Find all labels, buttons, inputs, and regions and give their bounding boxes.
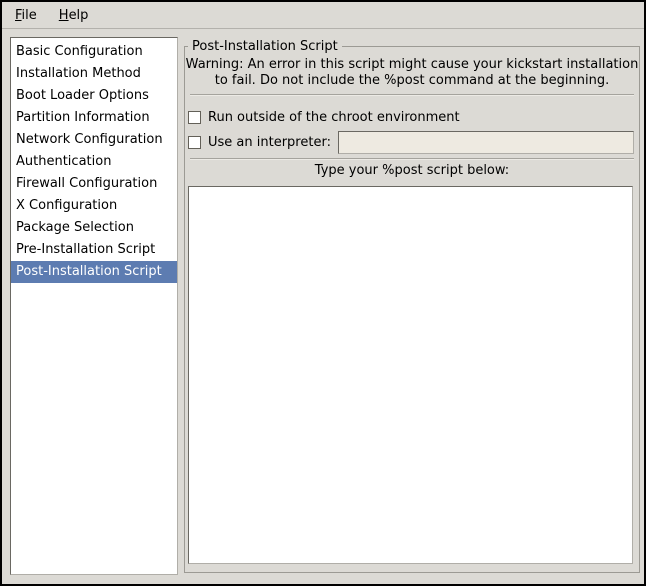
- frame-title: Post-Installation Script: [188, 39, 342, 54]
- chroot-checkbox-row: Run outside of the chroot environment: [188, 105, 634, 129]
- sidebar-item[interactable]: Post-Installation Script: [11, 261, 177, 283]
- sidebar-item[interactable]: Pre-Installation Script: [11, 239, 177, 261]
- kickstart-configurator-window: File Help Basic ConfigurationInstallatio…: [0, 0, 646, 586]
- script-caption: Type your %post script below:: [184, 163, 640, 178]
- sidebar-item[interactable]: X Configuration: [11, 195, 177, 217]
- interpreter-input[interactable]: [338, 131, 634, 154]
- sidebar-item[interactable]: Authentication: [11, 151, 177, 173]
- interpreter-checkbox-label[interactable]: Use an interpreter:: [208, 135, 331, 150]
- menu-help[interactable]: Help: [54, 6, 94, 25]
- warning-text-line1: Warning: An error in this script might c…: [184, 57, 640, 72]
- post-script-textarea[interactable]: [188, 186, 633, 564]
- menubar: File Help: [2, 2, 644, 29]
- sidebar-item[interactable]: Package Selection: [11, 217, 177, 239]
- separator: [190, 158, 634, 160]
- interpreter-checkbox[interactable]: [188, 136, 201, 149]
- sidebar-item[interactable]: Basic Configuration: [11, 41, 177, 63]
- menu-file[interactable]: File: [10, 6, 42, 25]
- interpreter-checkbox-row: Use an interpreter:: [188, 130, 634, 154]
- sidebar-item[interactable]: Firewall Configuration: [11, 173, 177, 195]
- sidebar-list[interactable]: Basic ConfigurationInstallation MethodBo…: [10, 37, 178, 575]
- chroot-checkbox[interactable]: [188, 111, 201, 124]
- sidebar-item[interactable]: Installation Method: [11, 63, 177, 85]
- separator: [190, 94, 634, 96]
- chroot-checkbox-label[interactable]: Run outside of the chroot environment: [208, 110, 460, 125]
- warning-text-line2: to fail. Do not include the %post comman…: [184, 73, 640, 88]
- sidebar-item[interactable]: Network Configuration: [11, 129, 177, 151]
- sidebar-item[interactable]: Boot Loader Options: [11, 85, 177, 107]
- sidebar-item[interactable]: Partition Information: [11, 107, 177, 129]
